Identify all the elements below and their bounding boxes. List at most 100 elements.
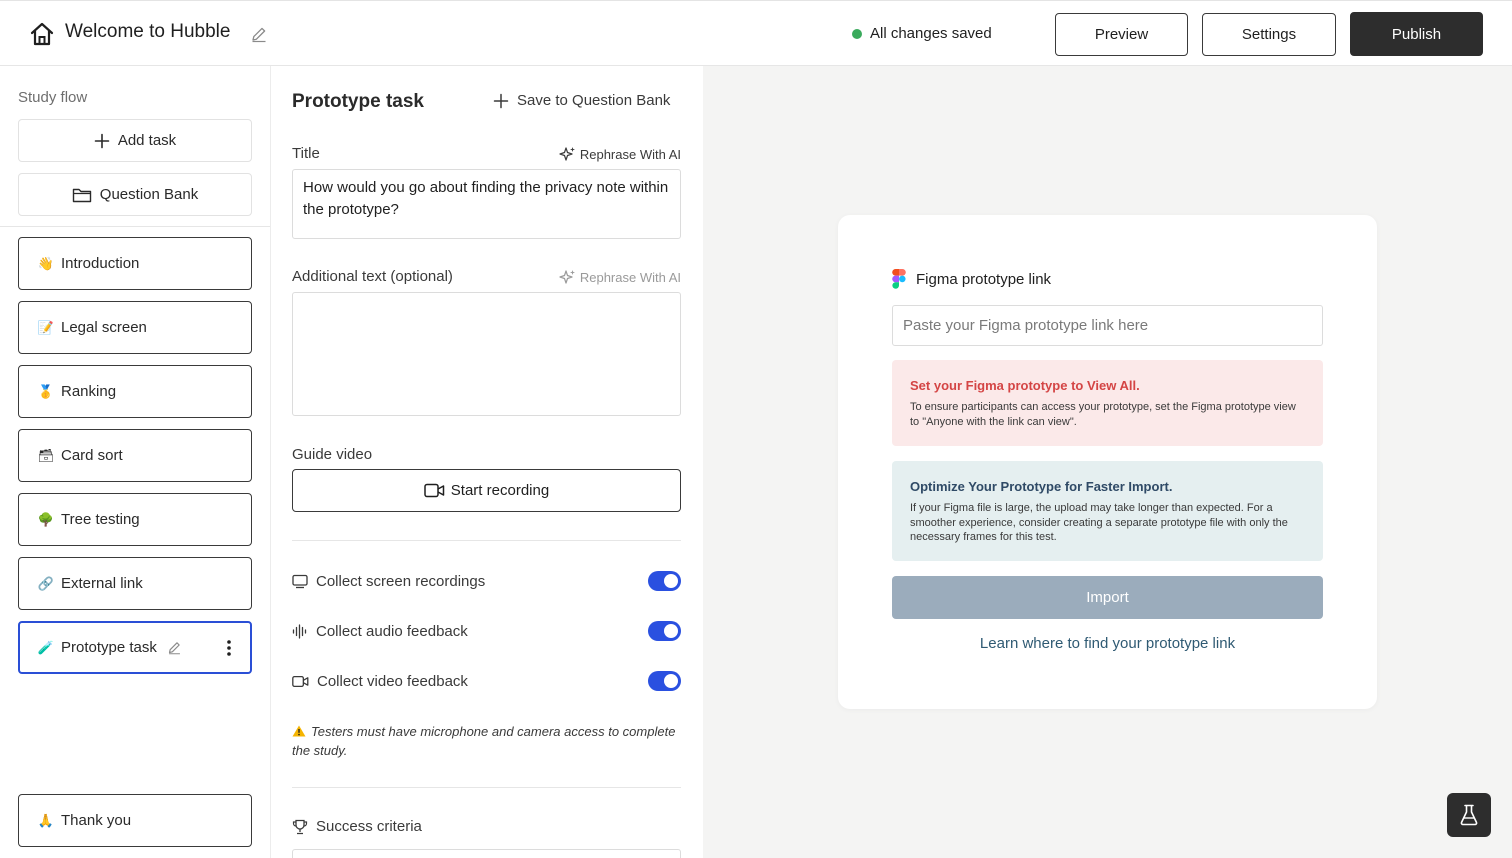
task-item-tree-testing[interactable]: 🌳 Tree testing — [18, 493, 252, 546]
folder-icon — [72, 188, 91, 202]
editor-title: Prototype task — [292, 91, 424, 112]
toggle-label: Collect screen recordings — [316, 572, 486, 590]
alert-body: If your Figma file is large, the upload … — [910, 502, 1288, 543]
figma-link-input[interactable] — [892, 305, 1323, 346]
task-label: Thank you — [61, 812, 132, 829]
question-bank-label: Question Bank — [99, 186, 199, 203]
screen-recording-toggle[interactable] — [648, 571, 681, 591]
plus-icon — [94, 133, 110, 148]
audio-feedback-toggle[interactable] — [648, 621, 681, 641]
view-all-alert: Set your Figma prototype to View All. To… — [892, 360, 1323, 446]
task-item-legal-screen[interactable]: 📝 Legal screen — [18, 301, 252, 354]
additional-text-textarea[interactable] — [292, 292, 681, 416]
success-criteria-input[interactable] — [292, 849, 681, 858]
preview-area: Figma prototype link Set your Figma prot… — [703, 66, 1512, 858]
link-icon: 🔗 — [37, 575, 55, 591]
task-item-card-sort[interactable]: 🗃 Card sort — [18, 429, 252, 482]
success-criteria-label: Success criteria — [316, 818, 422, 835]
editor-divider — [292, 540, 681, 541]
warning-text: Testers must have microphone and camera … — [292, 724, 676, 758]
card-box-icon: 🗃 — [37, 447, 55, 463]
start-recording-button[interactable]: Start recording — [292, 469, 681, 512]
task-item-thank-you[interactable]: 🙏 Thank you — [18, 794, 252, 847]
task-item-external-link[interactable]: 🔗 External link — [18, 557, 252, 610]
permission-warning: Testers must have microphone and camera … — [292, 722, 681, 760]
status-dot — [852, 28, 862, 39]
plus-icon — [493, 93, 509, 108]
figma-heading: Figma prototype link — [892, 269, 1051, 289]
toggle-label: Collect video feedback — [317, 672, 468, 690]
additional-text-label: Additional text (optional) — [292, 268, 453, 285]
wave-icon: 👋 — [37, 255, 55, 271]
task-editor-panel: Prototype task Save to Question Bank Tit… — [271, 66, 703, 858]
task-label: Prototype task — [61, 639, 157, 656]
lab-flask-button[interactable] — [1447, 793, 1491, 837]
sidebar-heading: Study flow — [18, 89, 88, 106]
study-title: Welcome to Hubble — [65, 21, 231, 42]
toggle-label: Collect audio feedback — [316, 622, 468, 640]
task-label: Ranking — [61, 383, 117, 400]
sparkle-icon — [559, 270, 575, 284]
question-bank-button[interactable]: Question Bank — [18, 173, 252, 216]
edit-pencil-icon[interactable] — [250, 25, 268, 43]
video-camera-icon — [292, 675, 309, 687]
pray-icon: 🙏 — [37, 812, 55, 828]
home-icon[interactable] — [29, 21, 55, 47]
preview-button[interactable]: Preview — [1055, 13, 1188, 56]
audio-wave-icon — [292, 623, 307, 639]
study-flow-sidebar: Study flow Add task Question Bank 👋 Intr… — [0, 66, 271, 858]
task-label: Legal screen — [61, 319, 147, 336]
add-task-button[interactable]: Add task — [18, 119, 252, 162]
task-item-introduction[interactable]: 👋 Introduction — [18, 237, 252, 290]
rephrase-ai-button[interactable]: Rephrase With AI — [559, 146, 681, 163]
medal-icon: 🥇 — [37, 383, 55, 399]
top-header: Welcome to Hubble All changes saved Prev… — [0, 0, 1512, 66]
flask-icon — [1460, 804, 1478, 826]
monitor-icon — [292, 574, 308, 588]
learn-prototype-link[interactable]: Learn where to find your prototype link — [838, 635, 1377, 652]
editor-divider — [292, 787, 681, 788]
test-tube-icon: 🧪 — [37, 639, 55, 655]
rephrase-label: Rephrase With AI — [579, 270, 681, 285]
figma-import-card: Figma prototype link Set your Figma prot… — [838, 215, 1377, 709]
task-item-ranking[interactable]: 🥇 Ranking — [18, 365, 252, 418]
tree-icon: 🌳 — [37, 511, 55, 527]
import-button[interactable]: Import — [892, 576, 1323, 619]
title-field-label: Title — [292, 145, 320, 162]
task-label: Card sort — [61, 447, 123, 464]
alert-title: Optimize Your Prototype for Faster Impor… — [910, 479, 1173, 494]
video-camera-icon — [424, 483, 445, 498]
rephrase-label: Rephrase With AI — [579, 147, 681, 162]
figma-logo-icon — [892, 269, 906, 289]
trophy-icon — [292, 819, 308, 834]
add-task-label: Add task — [117, 132, 177, 149]
video-feedback-toggle[interactable] — [648, 671, 681, 691]
guide-video-label: Guide video — [292, 446, 373, 463]
more-options-icon[interactable] — [226, 639, 232, 657]
alert-title: Set your Figma prototype to View All. — [910, 378, 1140, 393]
audio-feedback-row: Collect audio feedback — [292, 620, 681, 642]
task-label: Introduction — [61, 255, 140, 272]
settings-button[interactable]: Settings — [1202, 13, 1336, 56]
title-textarea[interactable]: How would you go about finding the priva… — [292, 169, 681, 239]
video-feedback-row: Collect video feedback — [292, 670, 681, 692]
save-status-text: All changes saved — [870, 25, 992, 42]
screen-recording-row: Collect screen recordings — [292, 570, 681, 592]
save-bank-label: Save to Question Bank — [517, 92, 671, 109]
warning-icon — [292, 725, 306, 737]
alert-body: To ensure participants can access your p… — [910, 401, 1296, 428]
task-label: External link — [61, 575, 143, 592]
success-criteria-row: Success criteria — [292, 818, 422, 835]
save-to-question-bank-button[interactable]: Save to Question Bank — [493, 92, 670, 109]
sidebar-divider — [0, 226, 270, 227]
save-status: All changes saved — [852, 25, 992, 42]
publish-button[interactable]: Publish — [1350, 12, 1483, 56]
optimize-alert: Optimize Your Prototype for Faster Impor… — [892, 461, 1323, 561]
task-item-prototype-task[interactable]: 🧪 Prototype task — [18, 621, 252, 674]
rephrase-ai-button-additional[interactable]: Rephrase With AI — [559, 269, 681, 286]
memo-icon: 📝 — [37, 319, 55, 335]
edit-pencil-icon[interactable] — [167, 640, 182, 655]
start-recording-label: Start recording — [450, 482, 550, 499]
task-label: Tree testing — [61, 511, 140, 528]
figma-heading-text: Figma prototype link — [916, 270, 1052, 288]
